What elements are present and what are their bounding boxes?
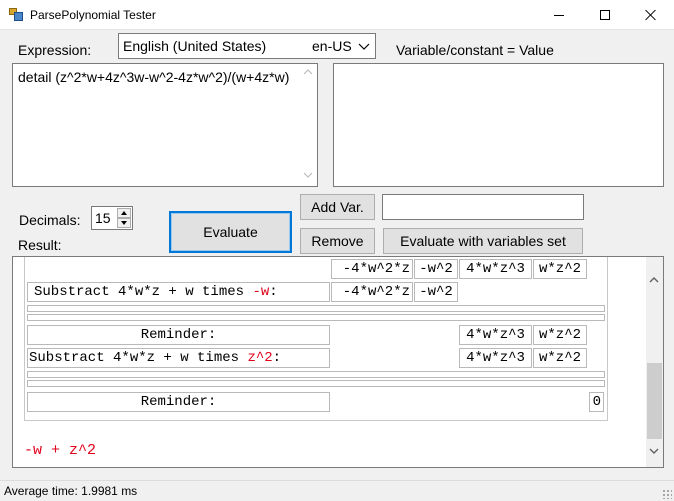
result-scrollbar[interactable] xyxy=(646,257,663,467)
divider-line xyxy=(27,371,605,378)
minimize-icon xyxy=(554,14,564,16)
expression-text: detail (z^2*w+4z^3w-w^2-4z*w^2)/(w+4z*w) xyxy=(18,69,290,85)
evaluate-with-vars-button[interactable]: Evaluate with variables set xyxy=(383,228,583,254)
variables-list[interactable] xyxy=(333,63,664,187)
result-panel[interactable]: -4*w^2*z -w^2 4*w*z^3 w*z^2 Substract 4*… xyxy=(12,256,664,468)
stepper-up-icon[interactable] xyxy=(117,208,131,218)
table-cell: 4*w*z^3 xyxy=(459,259,532,279)
add-var-button[interactable]: Add Var. xyxy=(300,194,375,220)
table-cell: w*z^2 xyxy=(533,325,587,345)
decimals-stepper[interactable]: 15 xyxy=(91,206,133,230)
table-cell: w*z^2 xyxy=(533,259,587,279)
table-cell: 0 xyxy=(589,392,604,412)
table-cell: -4*w^2*z xyxy=(331,259,413,279)
scroll-down-icon xyxy=(303,172,313,178)
table-cell: -4*w^2*z xyxy=(331,282,413,302)
table-cell: -w^2 xyxy=(414,259,458,279)
result-label: Result: xyxy=(18,237,62,253)
app-icon xyxy=(9,8,23,21)
table-row-label: Substract 4*w*z + w times z^2: xyxy=(27,348,330,368)
divider-line xyxy=(27,380,605,387)
expression-input[interactable]: detail (z^2*w+4z^3w-w^2-4z*w^2)/(w+4z*w) xyxy=(12,63,318,187)
close-icon xyxy=(645,9,657,21)
expression-scrollbar[interactable] xyxy=(300,64,317,186)
scroll-thumb[interactable] xyxy=(647,363,662,439)
decimals-value: 15 xyxy=(95,210,111,226)
evaluate-button[interactable]: Evaluate xyxy=(169,211,292,253)
table-cell: w*z^2 xyxy=(533,348,587,368)
close-button[interactable] xyxy=(628,0,674,30)
variable-header-label: Variable/constant = Value xyxy=(396,42,554,58)
result-content: -4*w^2*z -w^2 4*w*z^3 w*z^2 Substract 4*… xyxy=(13,257,647,467)
final-result: -w + z^2 xyxy=(24,442,97,459)
table-row-label: Reminder: xyxy=(27,325,330,345)
divider-line xyxy=(27,305,605,312)
decimals-label: Decimals: xyxy=(19,212,81,228)
culture-code: en-US xyxy=(312,38,352,54)
culture-language: English (United States) xyxy=(123,38,267,54)
stepper-down-icon[interactable] xyxy=(117,218,131,228)
table-cell: 4*w*z^3 xyxy=(459,348,532,368)
expression-label: Expression: xyxy=(18,42,92,58)
division-table: -4*w^2*z -w^2 4*w*z^3 w*z^2 Substract 4*… xyxy=(24,257,608,421)
remove-button[interactable]: Remove xyxy=(300,228,375,254)
title-bar: ParsePolynomial Tester xyxy=(0,0,674,30)
maximize-button[interactable] xyxy=(582,0,628,30)
divider-line xyxy=(27,314,605,321)
culture-select[interactable]: English (United States) en-US xyxy=(118,33,376,59)
scroll-down-icon[interactable] xyxy=(649,446,659,456)
minimize-button[interactable] xyxy=(536,0,582,30)
table-cell: 4*w*z^3 xyxy=(459,325,532,345)
status-text: Average time: 1.9981 ms xyxy=(4,484,138,498)
status-bar: Average time: 1.9981 ms xyxy=(0,480,674,501)
table-cell: -w^2 xyxy=(414,282,458,302)
resize-grip-icon[interactable] xyxy=(662,489,672,499)
table-row-label: Substract 4*w*z + w times -w: xyxy=(27,282,330,302)
scroll-up-icon[interactable] xyxy=(649,275,659,285)
maximize-icon xyxy=(600,10,610,20)
table-row-label: Reminder: xyxy=(27,392,330,412)
chevron-down-icon xyxy=(358,43,370,50)
variable-input[interactable] xyxy=(382,194,584,220)
scroll-up-icon xyxy=(303,69,313,75)
window-title: ParsePolynomial Tester xyxy=(30,8,156,22)
